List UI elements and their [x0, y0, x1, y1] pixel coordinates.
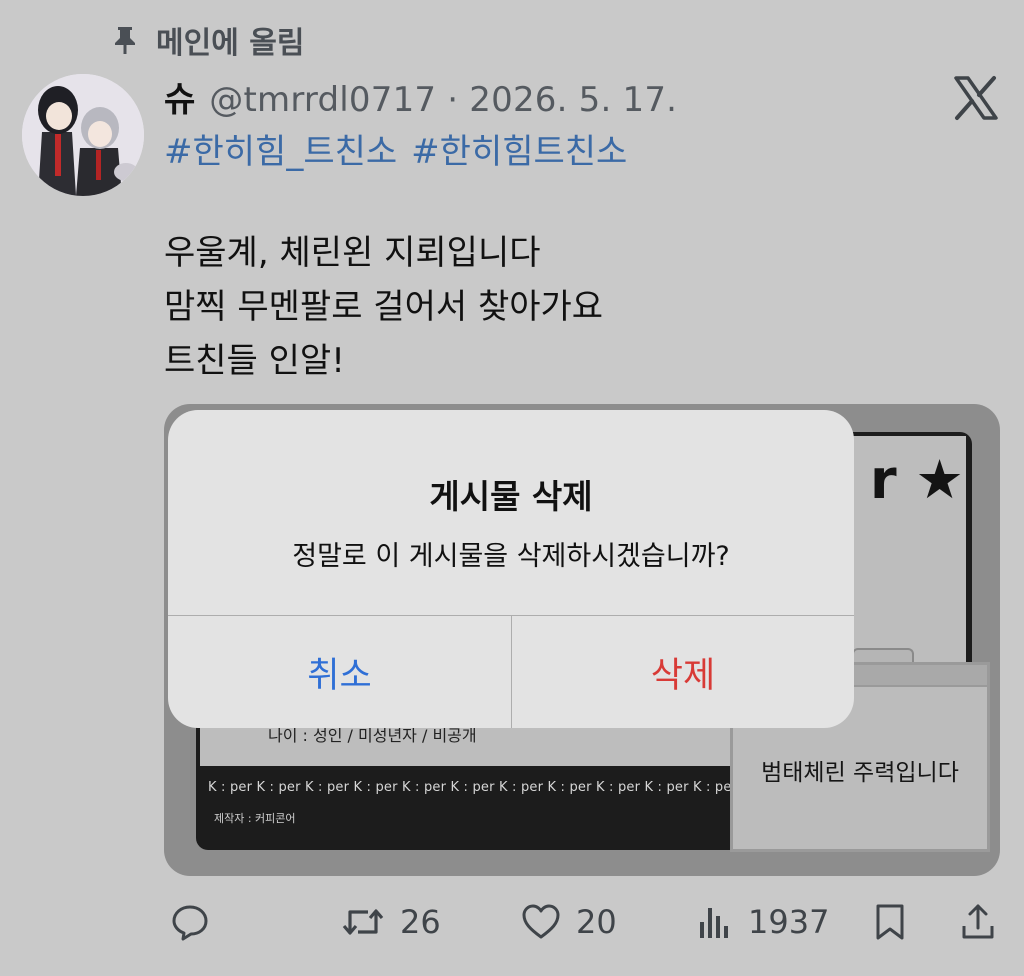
tweet-header: 슈 @tmrrdl0717 · 2026. 5. 17. [164, 72, 677, 121]
view-count: 1937 [748, 903, 830, 941]
like-count: 20 [576, 903, 617, 941]
share-icon [962, 904, 994, 939]
image-maker-label: 제작자 : 커피콘어 [214, 812, 296, 825]
dialog-message: 정말로 이 게시물을 삭제하시겠습니까? [292, 541, 730, 572]
handle-text: @tmrrdl0717 [209, 80, 437, 120]
image-note-text: 범태체린 주력입니다 [761, 760, 959, 786]
x-logo-icon[interactable] [950, 72, 1002, 124]
avatar-illustration [22, 74, 144, 196]
reply-button[interactable] [170, 890, 210, 954]
analytics-icon [700, 908, 728, 938]
hashtag-link[interactable]: #한히힘_트친소 [164, 132, 397, 172]
heart-icon [522, 904, 560, 939]
pinned-indicator: 메인에 올림 [112, 18, 304, 62]
hashtags: #한히힘_트친소 #한히힘트친소 [164, 124, 627, 173]
retweet-button[interactable]: 26 [340, 890, 441, 954]
author-name[interactable]: 슈 [164, 72, 195, 121]
retweet-count: 26 [400, 903, 441, 941]
body-line: 트친들 인알! [164, 341, 345, 381]
bookmark-icon [876, 904, 904, 940]
separator-dot: · [447, 80, 459, 120]
body-line: 우울계, 체린왼 지뢰입니다 [164, 233, 541, 273]
avatar[interactable] [22, 74, 144, 196]
tweet-action-bar: 26 20 1937 [0, 890, 1024, 954]
image-per-row: K : per K : per K : per K : per K : per … [208, 780, 738, 795]
share-button[interactable] [958, 890, 998, 954]
bookmark-button[interactable] [872, 890, 908, 954]
image-title-fragment: r ★ [870, 448, 964, 511]
cancel-button[interactable]: 취소 [168, 616, 511, 728]
author-handle[interactable]: @tmrrdl0717 · 2026. 5. 17. [209, 80, 677, 120]
pinned-label: 메인에 올림 [156, 26, 305, 61]
reply-icon [172, 905, 208, 941]
dialog-title: 게시물 삭제 [429, 477, 593, 516]
body-line: 맘찍 무멘팔로 걸어서 찾아가요 [164, 287, 604, 327]
delete-confirm-dialog: 게시물 삭제 정말로 이 게시물을 삭제하시겠습니까? 취소 삭제 [168, 410, 854, 728]
like-button[interactable]: 20 [520, 890, 617, 954]
post-date[interactable]: 2026. 5. 17. [469, 80, 677, 120]
tweet-body: 우울계, 체린왼 지뢰입니다 맘찍 무멘팔로 걸어서 찾아가요 트친들 인알! [164, 226, 603, 388]
pin-icon [115, 27, 135, 54]
hashtag-link[interactable]: #한히힘트친소 [411, 132, 627, 172]
delete-button[interactable]: 삭제 [512, 616, 854, 728]
views-button[interactable]: 1937 [694, 890, 829, 954]
retweet-icon [342, 909, 384, 935]
